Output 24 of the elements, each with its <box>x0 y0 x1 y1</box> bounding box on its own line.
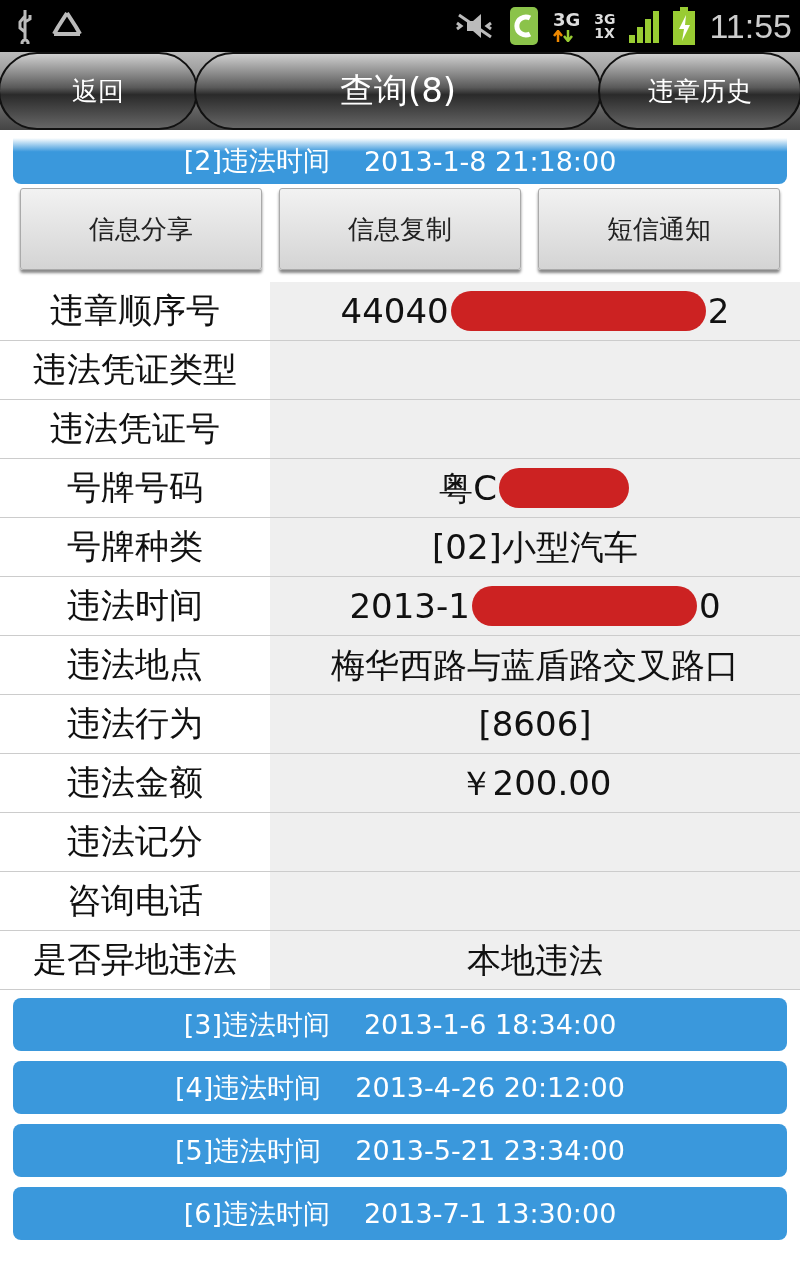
field-value: ￥200.00 <box>458 762 612 805</box>
history-button[interactable]: 违章历史 <box>598 52 800 130</box>
network-type: 3G <box>552 10 581 30</box>
network-type: 3G <box>594 12 616 26</box>
signal-icon <box>629 9 660 43</box>
action-button[interactable]: 信息复制 <box>279 188 521 270</box>
battery-icon <box>673 7 696 45</box>
app-icon <box>508 6 539 46</box>
field-value: 44040 <box>340 290 449 333</box>
field-value: 2 <box>707 290 730 333</box>
back-button[interactable]: 返回 <box>0 52 198 130</box>
title-button[interactable]: 查询(8) <box>194 52 602 130</box>
field-value: 0 <box>698 585 721 628</box>
data-arrows-icon <box>552 30 573 42</box>
action-button[interactable]: 信息分享 <box>20 188 262 270</box>
field-value: 本地违法 <box>467 939 603 982</box>
field-value: 2013-1 <box>349 585 470 628</box>
field-value: [8606] <box>478 703 592 746</box>
field-value: 梅华西路与蓝盾路交叉路口 <box>331 644 739 687</box>
field-value: 粤C <box>439 467 497 510</box>
clock: 11:55 <box>709 6 792 46</box>
action-button[interactable]: 短信通知 <box>538 188 780 270</box>
network-type: 1X <box>594 26 616 40</box>
field-value: [02]小型汽车 <box>432 526 638 569</box>
